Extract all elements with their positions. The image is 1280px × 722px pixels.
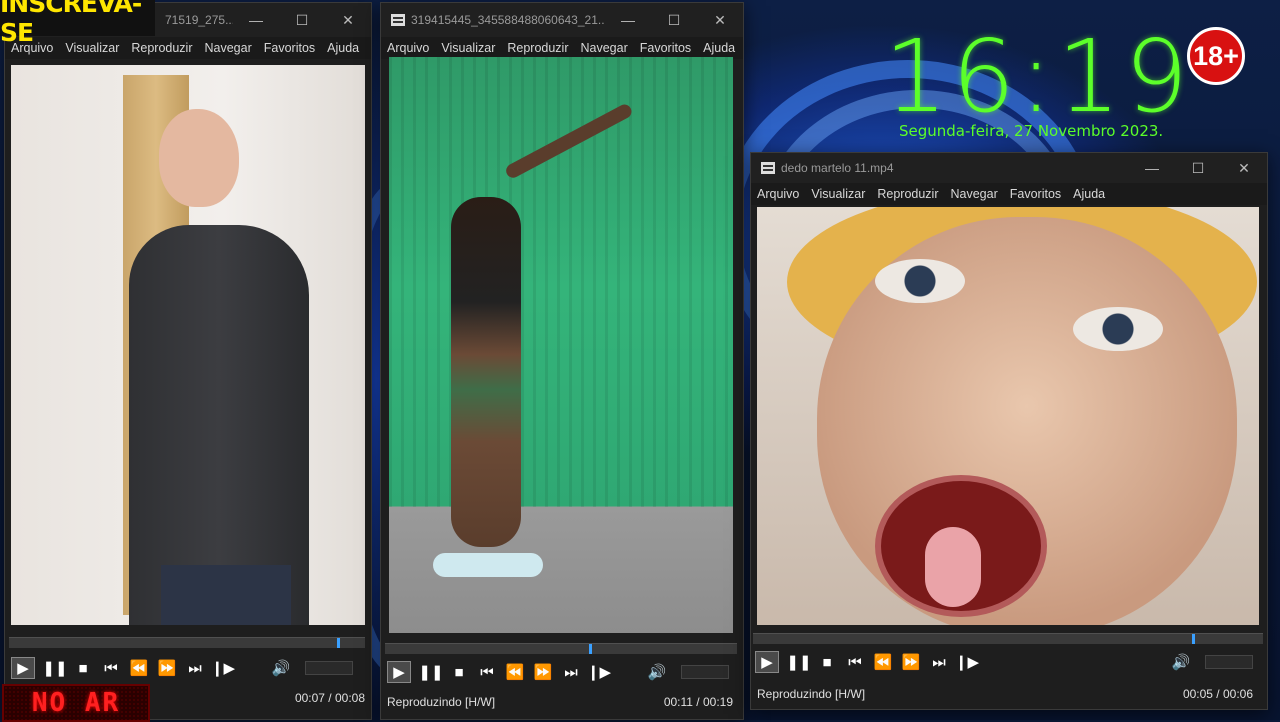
person-figure: [451, 197, 521, 547]
video-frame[interactable]: [757, 207, 1259, 625]
time-readout: 00:07 / 00:08: [294, 691, 365, 705]
playback-controls: ▶ ❚❚ ■ ⏮ ⏪ ⏩ ⏭ ❙▶ 🔊: [387, 661, 729, 683]
status-bar: Reproduzindo [H/W] 00:05 / 00:06: [757, 687, 1253, 701]
play-icon[interactable]: ▶: [755, 651, 779, 673]
skip-forward-icon[interactable]: ⏭: [557, 664, 585, 681]
window-title: dedo martelo 11.mp4: [781, 161, 894, 175]
person-jeans: [161, 565, 291, 625]
menu-navegar[interactable]: Navegar: [945, 187, 1004, 201]
playback-controls: ▶ ❚❚ ■ ⏮ ⏪ ⏩ ⏭ ❙▶ 🔊: [11, 657, 353, 679]
seek-bar[interactable]: [753, 633, 1263, 644]
close-icon[interactable]: ✕: [325, 12, 371, 29]
play-icon[interactable]: ▶: [387, 661, 411, 683]
pause-icon[interactable]: ❚❚: [417, 663, 445, 681]
menu-favoritos[interactable]: Favoritos: [1004, 187, 1067, 201]
seek-bar[interactable]: [385, 643, 737, 654]
fast-forward-icon[interactable]: ⏩: [529, 663, 557, 681]
maximize-icon[interactable]: ☐: [651, 12, 697, 29]
title-bar[interactable]: dedo martelo 11.mp4 — ☐ ✕: [751, 153, 1267, 183]
maximize-icon[interactable]: ☐: [279, 12, 325, 29]
time-readout: 00:05 / 00:06: [1182, 687, 1253, 701]
seek-thumb[interactable]: [1191, 634, 1195, 644]
volume-slider[interactable]: [1205, 655, 1253, 669]
frame-step-icon[interactable]: ❙▶: [953, 653, 981, 671]
seek-thumb[interactable]: [336, 638, 340, 648]
volume-icon[interactable]: 🔊: [1167, 653, 1195, 671]
pause-icon[interactable]: ❚❚: [41, 659, 69, 677]
person-head: [159, 109, 239, 207]
menu-bar: Arquivo Visualizar Reproduzir Navegar Fa…: [751, 183, 1267, 205]
menu-ajuda[interactable]: Ajuda: [697, 41, 741, 55]
title-bar[interactable]: 319415445_345588488060643_21... — ☐ ✕: [381, 3, 743, 37]
menu-ajuda[interactable]: Ajuda: [321, 41, 365, 55]
desktop-clock-time: 16:19: [884, 18, 1193, 135]
menu-visualizar[interactable]: Visualizar: [435, 41, 501, 55]
skip-back-icon[interactable]: ⏮: [473, 664, 501, 681]
green-gate-stripes: [389, 57, 733, 507]
skip-back-icon[interactable]: ⏮: [97, 660, 125, 677]
desktop-clock-date: Segunda-feira, 27 Novembro 2023.: [899, 122, 1164, 140]
rewind-icon[interactable]: ⏪: [125, 659, 153, 677]
status-bar: Reproduzindo [H/W] 00:11 / 00:19: [387, 695, 733, 709]
media-player-icon: [761, 162, 775, 174]
skip-back-icon[interactable]: ⏮: [841, 654, 869, 671]
menu-ajuda[interactable]: Ajuda: [1067, 187, 1111, 201]
player-window-1: 71519_275... — ☐ ✕ Arquivo Visualizar Re…: [4, 2, 372, 720]
live-sign: NO AR: [2, 684, 150, 722]
volume-slider[interactable]: [681, 665, 729, 679]
video-frame[interactable]: [11, 65, 365, 625]
seek-thumb[interactable]: [589, 644, 593, 654]
menu-navegar[interactable]: Navegar: [199, 41, 258, 55]
volume-icon[interactable]: 🔊: [267, 659, 295, 677]
menu-bar: Arquivo Visualizar Reproduzir Navegar Fa…: [381, 37, 743, 59]
menu-reproduzir[interactable]: Reproduzir: [871, 187, 944, 201]
player-window-2: 319415445_345588488060643_21... — ☐ ✕ Ar…: [380, 2, 744, 720]
close-icon[interactable]: ✕: [697, 12, 743, 29]
seek-bar[interactable]: [9, 637, 365, 648]
rewind-icon[interactable]: ⏪: [501, 663, 529, 681]
stop-icon[interactable]: ■: [813, 654, 841, 671]
skip-forward-icon[interactable]: ⏭: [925, 654, 953, 671]
menu-arquivo[interactable]: Arquivo: [381, 41, 435, 55]
player-window-3: dedo martelo 11.mp4 — ☐ ✕ Arquivo Visual…: [750, 152, 1268, 710]
subscribe-banner[interactable]: INSCREVA-SE: [0, 0, 155, 47]
menu-arquivo[interactable]: Arquivo: [751, 187, 805, 201]
menu-favoritos[interactable]: Favoritos: [634, 41, 697, 55]
menu-visualizar[interactable]: Visualizar: [805, 187, 871, 201]
right-eye: [1073, 307, 1163, 351]
left-eye: [875, 259, 965, 303]
status-bar: 00:07 / 00:08: [155, 691, 365, 705]
frame-step-icon[interactable]: ❙▶: [209, 659, 237, 677]
time-readout: 00:11 / 00:19: [663, 695, 733, 709]
pause-icon[interactable]: ❚❚: [785, 653, 813, 671]
menu-favoritos[interactable]: Favoritos: [258, 41, 321, 55]
volume-slider[interactable]: [305, 661, 353, 675]
fast-forward-icon[interactable]: ⏩: [897, 653, 925, 671]
tongue: [925, 527, 981, 607]
play-icon[interactable]: ▶: [11, 657, 35, 679]
stop-icon[interactable]: ■: [445, 664, 473, 681]
menu-reproduzir[interactable]: Reproduzir: [501, 41, 574, 55]
menu-navegar[interactable]: Navegar: [575, 41, 634, 55]
window-title: 319415445_345588488060643_21...: [411, 13, 605, 27]
media-player-icon: [391, 14, 405, 26]
volume-icon[interactable]: 🔊: [643, 663, 671, 681]
close-icon[interactable]: ✕: [1221, 160, 1267, 177]
status-text: Reproduzindo [H/W]: [387, 695, 496, 709]
video-frame[interactable]: [389, 57, 733, 633]
sneakers: [433, 553, 543, 577]
rewind-icon[interactable]: ⏪: [869, 653, 897, 671]
minimize-icon[interactable]: —: [233, 12, 279, 28]
playback-controls: ▶ ❚❚ ■ ⏮ ⏪ ⏩ ⏭ ❙▶ 🔊: [755, 651, 1253, 673]
skip-forward-icon[interactable]: ⏭: [181, 660, 209, 677]
maximize-icon[interactable]: ☐: [1175, 160, 1221, 177]
minimize-icon[interactable]: —: [1129, 160, 1175, 176]
stop-icon[interactable]: ■: [69, 660, 97, 677]
frame-step-icon[interactable]: ❙▶: [585, 663, 613, 681]
minimize-icon[interactable]: —: [605, 12, 651, 28]
fast-forward-icon[interactable]: ⏩: [153, 659, 181, 677]
status-text: Reproduzindo [H/W]: [757, 687, 866, 701]
age-rating-badge: 18+: [1187, 27, 1245, 85]
